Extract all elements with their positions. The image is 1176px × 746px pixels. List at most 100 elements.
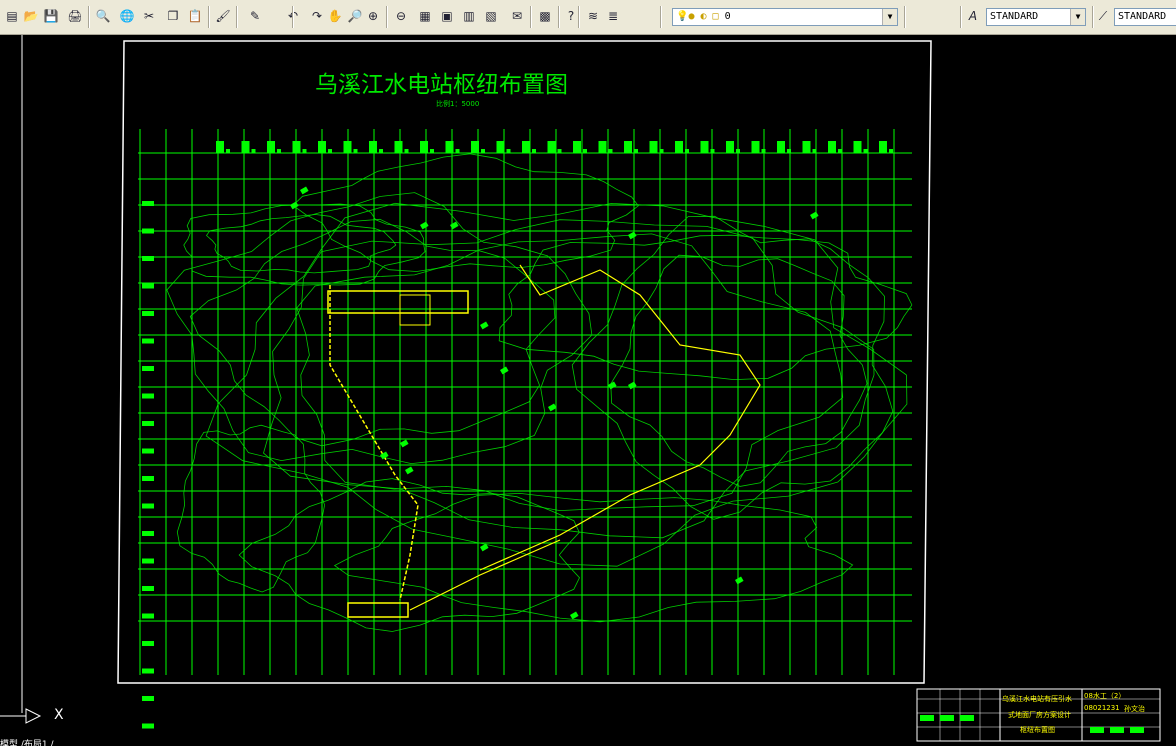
contour-line <box>610 254 868 487</box>
grid-marker-top <box>624 141 632 153</box>
grid-marker-left <box>142 448 154 454</box>
contour-line <box>183 203 426 286</box>
grid-marker-left <box>142 613 154 619</box>
chevron-down-icon[interactable]: ▼ <box>1070 9 1085 25</box>
grid-marker-top <box>675 141 683 153</box>
copy-icon[interactable]: ❐ <box>164 7 182 25</box>
brush-icon[interactable]: ✎ <box>246 7 264 25</box>
print-icon[interactable]: 🖨 <box>66 7 84 25</box>
design-center-icon[interactable]: ▣ <box>438 7 456 25</box>
grid-marker-top <box>343 141 352 153</box>
drawing-title: 乌溪江水电站枢纽布置图 <box>315 72 568 98</box>
layer-manager-icon[interactable]: ≋ <box>584 7 602 25</box>
title-block-fill <box>1110 727 1124 733</box>
feature-marker <box>420 221 429 230</box>
calculator-icon[interactable]: ▩ <box>536 7 554 25</box>
text-style-dropdown[interactable]: STANDARD ▼ <box>986 8 1086 26</box>
zoom-previous-icon[interactable]: ⊖ <box>392 7 410 25</box>
zoom-realtime-icon[interactable]: 🔎 <box>346 7 364 25</box>
title-block-fill <box>920 715 934 721</box>
river-channel <box>479 264 761 571</box>
tool-palettes-icon[interactable]: ▥ <box>460 7 478 25</box>
title-block-name: 孙文治 <box>1124 705 1145 713</box>
ucs-arrow <box>0 708 42 724</box>
grid-marker-top <box>853 141 862 153</box>
title-block-student-id: 08021231 <box>1084 704 1120 712</box>
grid-marker-left <box>142 696 154 701</box>
ucs-icon <box>0 708 42 724</box>
grid-marker-left <box>142 228 154 234</box>
grid-marker-left <box>142 531 154 536</box>
chevron-down-icon[interactable]: ▼ <box>882 9 897 25</box>
open-icon[interactable]: 📂 <box>22 7 40 25</box>
cut-icon[interactable]: ✂ <box>140 7 158 25</box>
grid-marker-left <box>142 311 154 316</box>
dim-style-value: STANDARD <box>1118 11 1167 22</box>
save-icon[interactable]: 💾 <box>42 7 60 25</box>
publish-icon[interactable]: 🌐 <box>118 7 136 25</box>
layer-dropdown[interactable]: 💡● ◐ □ 0 ▼ <box>672 8 898 26</box>
grid-marker-left <box>142 558 154 564</box>
grid-marker-top <box>430 149 434 153</box>
grid-marker-left <box>142 641 154 646</box>
title-block-line1: 乌溪江水电站有压引水 <box>1002 695 1072 703</box>
grid-marker-top <box>277 149 281 153</box>
grid-marker-top <box>598 141 607 153</box>
grid-marker-top <box>292 141 301 153</box>
grid-marker-top <box>471 141 479 153</box>
properties-icon[interactable]: ▦ <box>416 7 434 25</box>
contour-line <box>333 492 854 623</box>
title-block-fill <box>960 715 974 721</box>
title-block-line2: 式地面厂房方案设计 <box>1008 711 1071 719</box>
new-icon[interactable]: ▤ <box>3 7 21 25</box>
grid-marker-left <box>142 256 154 261</box>
feature-marker <box>405 466 414 475</box>
layer-previous-icon[interactable]: ≣ <box>604 7 622 25</box>
text-style-icon[interactable]: A <box>964 7 982 25</box>
dim-style-dropdown[interactable]: STANDARD <box>1114 8 1176 26</box>
grid-marker-top <box>700 141 709 153</box>
contour-line <box>296 233 844 512</box>
grid-marker-top <box>608 149 613 153</box>
grid-marker-left <box>142 338 154 344</box>
redo-icon[interactable]: ↷ <box>308 7 326 25</box>
title-block-fill <box>940 715 954 721</box>
plot-preview-icon[interactable]: 🔍 <box>94 7 112 25</box>
markup-icon[interactable]: ✉ <box>508 7 526 25</box>
zoom-window-icon[interactable]: ⊕ <box>364 7 382 25</box>
grid-marker-top <box>685 149 689 153</box>
grid-marker-top <box>573 141 581 153</box>
grid-marker-top <box>736 149 740 153</box>
grid-marker-top <box>583 149 587 153</box>
grid-marker-top <box>481 149 485 153</box>
sheet-set-icon[interactable]: ▧ <box>482 7 500 25</box>
grid-marker-top <box>394 141 403 153</box>
grid-marker-left <box>142 366 154 371</box>
grid-marker-top <box>726 141 734 153</box>
feature-marker <box>628 381 637 390</box>
drawing-area[interactable] <box>0 35 1176 746</box>
layout-tabs[interactable]: 模型 /布局1 / <box>0 737 200 746</box>
grid-marker-top <box>828 141 836 153</box>
grid-marker-top <box>802 141 811 153</box>
title-block-line3: 枢纽布置图 <box>1020 726 1055 734</box>
grid-marker-top <box>889 149 893 153</box>
title-block-class: 08水工（2） <box>1084 692 1126 700</box>
grid-marker-left <box>142 476 154 481</box>
standard-toolbar: ▤📂💾🖨🔍🌐✂❐📋🖌✎↶↷✋🔎⊕⊖▦▣▥▧✉▩?≋≣A⟋ 💡● ◐ □ 0 ▼ … <box>0 0 1176 35</box>
feature-marker <box>628 231 637 240</box>
paste-icon[interactable]: 📋 <box>186 7 204 25</box>
ucs-x-label: X <box>54 707 64 723</box>
dim-style-icon[interactable]: ⟋ <box>1094 7 1112 25</box>
grid-marker-top <box>216 141 224 153</box>
grid-marker-left <box>142 421 154 426</box>
contour-line <box>263 219 875 539</box>
grid-marker-top <box>226 149 230 153</box>
tailrace-channel <box>409 539 561 611</box>
pan-icon[interactable]: ✋ <box>326 7 344 25</box>
drawing-canvas[interactable]: 乌溪江水电站枢纽布置图 比例1：5000 乌溪江水电站有压引水 式地面厂房方案设… <box>0 35 1176 746</box>
grid-marker-top <box>353 149 358 153</box>
grid-marker-top <box>812 149 817 153</box>
match-properties-icon[interactable]: 🖌 <box>214 7 232 25</box>
toolbar-separator <box>558 6 560 28</box>
